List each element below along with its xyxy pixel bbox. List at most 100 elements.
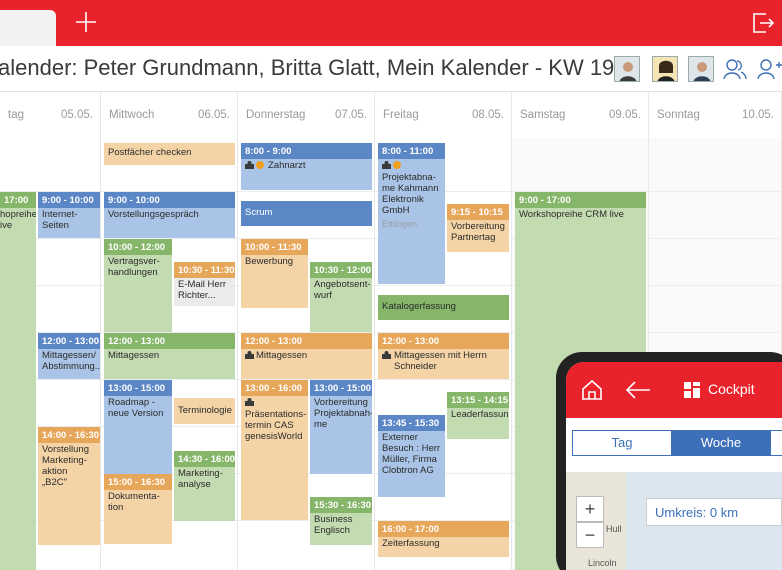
event-postfaecher[interactable]: Postfächer checken	[104, 143, 235, 165]
page-title: alender: Peter Grundmann, Britta Glatt, …	[0, 55, 615, 80]
day-date: 06.05.	[198, 109, 230, 121]
logout-icon[interactable]	[750, 11, 776, 35]
day-name: Donnerstag	[246, 109, 306, 121]
person-icon	[245, 161, 254, 169]
event-bewerbung[interactable]: 10:00 - 11:30 Bewerbung	[241, 239, 308, 308]
avatar-person-1[interactable]	[614, 56, 640, 82]
day-header-wednesday[interactable]: Mittwoch 06.05.	[101, 92, 238, 138]
event-title: Mittagessen mit Herrn Schneider	[394, 350, 487, 372]
event-time: 13:00 - 15:00	[104, 380, 172, 396]
person-icon	[245, 351, 254, 359]
event-angebotsentwurf[interactable]: 10:30 - 12:00 Angebotsent- wurf	[310, 262, 372, 332]
day-name: tag	[8, 109, 24, 121]
home-icon[interactable]	[580, 378, 604, 402]
open-tab[interactable]	[0, 10, 56, 46]
event-time: 10:00 - 12:00	[104, 239, 172, 255]
day-name: Mittwoch	[109, 109, 155, 121]
person-icon	[693, 62, 711, 81]
event-title: Business Englisch	[314, 514, 353, 536]
zoom-in-button[interactable]: +	[576, 496, 604, 522]
add-user-icon[interactable]	[756, 57, 782, 81]
event-time: 8:00 - 9:00	[241, 143, 372, 159]
day-name: Sonntag	[657, 109, 700, 121]
event-time: 10:30 - 11:30	[174, 262, 235, 278]
event-vorbereitung-partnertag[interactable]: 9:15 - 10:15 Vorbereitung Partnertag	[447, 204, 509, 252]
tab-tag[interactable]: Tag	[572, 430, 672, 456]
event-mittagessen-wednesday[interactable]: 12:00 - 13:00 Mittagessen	[104, 333, 235, 379]
event-title: Mittagessen/ Abstimmung...	[42, 350, 100, 372]
event-title: Zeiterfassung	[382, 538, 440, 549]
event-title: Roadmap - neue Version	[108, 397, 164, 419]
map-label-lincoln: Lincoln	[588, 558, 617, 568]
event-mittagessen-thursday[interactable]: 12:00 - 13:00 Mittagessen	[241, 333, 372, 379]
event-email-richter[interactable]: 10:30 - 11:30 E-Mail Herr Richter...	[174, 262, 235, 306]
tab-more[interactable]	[770, 430, 782, 456]
day-header-thursday[interactable]: Donnerstag 07.05.	[238, 92, 375, 138]
event-title: Präsentations- termin CAS genesisWorld	[245, 409, 307, 442]
event-time: 13:15 - 14:15	[447, 392, 509, 408]
day-header-sunday[interactable]: Sonntag 10.05.	[649, 92, 782, 138]
tab-woche[interactable]: Woche	[671, 430, 771, 456]
event-title: Leaderfassung	[451, 409, 509, 420]
event-title: Scrum	[245, 207, 273, 218]
event-time: 9:00 - 10:00	[104, 192, 235, 208]
event-title: Externer Besuch : Herr Müller, Firma Clo…	[382, 432, 441, 476]
map-label-hull: Hull	[606, 524, 622, 534]
event-title: Postfächer checken	[108, 147, 192, 158]
umkreis-select[interactable]: Umkreis: 0 km	[646, 498, 782, 526]
event-time: 12:00 - 13:00	[241, 333, 372, 349]
avatar-person-3[interactable]	[688, 56, 714, 82]
event-dokumentation[interactable]: 15:00 - 16:30 Dokumenta- tion	[104, 474, 172, 544]
event-workshop-tuesday[interactable]: 17:00 hopreihe ive	[0, 192, 36, 570]
event-title: Dokumenta- tion	[108, 491, 160, 513]
day-name: Freitag	[383, 109, 419, 121]
event-title: hopreihe ive	[0, 209, 36, 231]
event-title: E-Mail Herr Richter...	[174, 278, 235, 306]
event-projektabnahme[interactable]: 8:00 - 11:00 Projektabna- me Kahmann Ele…	[378, 143, 445, 284]
event-leaderfassung[interactable]: 13:15 - 14:15 Leaderfassung	[447, 392, 509, 439]
event-zeiterfassung[interactable]: 16:00 - 17:00 Zeiterfassung	[378, 521, 509, 557]
event-time: 9:00 - 10:00	[38, 192, 100, 208]
event-mittagessen-abstimmung[interactable]: 12:00 - 13:00 Mittagessen/ Abstimmung...	[38, 333, 100, 379]
event-scrum[interactable]: Scrum	[241, 201, 372, 226]
event-business-englisch[interactable]: 15:30 - 16:30 Business Englisch	[310, 497, 372, 545]
event-terminologie[interactable]: Terminologie	[174, 398, 235, 424]
users-icon[interactable]	[722, 57, 748, 81]
cockpit-label[interactable]: Cockpit	[708, 381, 755, 397]
avatar-person-2[interactable]	[652, 56, 678, 82]
event-katalogerfassung[interactable]: Katalogerfassung	[378, 295, 509, 320]
event-title: Zahnarzt	[268, 160, 306, 171]
event-time: 9:15 - 10:15	[447, 204, 509, 220]
day-date: 08.05.	[472, 109, 504, 121]
day-header-tuesday[interactable]: tag 05.05.	[0, 92, 101, 138]
event-externer-besuch[interactable]: 13:45 - 15:30 Externer Besuch : Herr Mül…	[378, 415, 445, 497]
event-time: 13:00 - 15:00	[310, 380, 372, 396]
event-roadmap[interactable]: 13:00 - 15:00 Roadmap - neue Version	[104, 380, 172, 474]
event-marketing-aktion[interactable]: 14:00 - 16:30 Vorstellung Marketing- akt…	[38, 427, 100, 545]
cockpit-icon[interactable]	[684, 382, 700, 398]
event-title: Mittagessen	[256, 350, 308, 361]
event-title: Workshopreihe CRM live	[519, 209, 624, 220]
day-header-saturday[interactable]: Samstag 09.05.	[512, 92, 649, 138]
event-vorbereitung-projektabnahme[interactable]: 13:00 - 15:00 Vorbereitung Projektabnah-…	[310, 380, 372, 474]
event-vertragsverhandlungen[interactable]: 10:00 - 12:00 Vertragsver- handlungen	[104, 239, 172, 332]
event-marketinganalyse[interactable]: 14:30 - 16:00 Marketing- analyse	[174, 451, 235, 521]
event-time: 10:30 - 12:00	[310, 262, 372, 278]
person-icon	[382, 161, 391, 169]
event-vorstellungsgespraech[interactable]: 9:00 - 10:00 Vorstellungsgespräch	[104, 192, 235, 238]
event-praesentationstermin[interactable]: 13:00 - 16:00 Präsentations- termin CAS …	[241, 380, 308, 520]
phone-header: Cockpit	[566, 362, 782, 418]
event-internet-seiten[interactable]: 9:00 - 10:00 Internet- Seiten	[38, 192, 100, 238]
event-time: 17:00	[0, 192, 36, 208]
person-icon	[382, 351, 391, 359]
event-mittagessen-schneider[interactable]: 12:00 - 13:00 Mittagessen mit Herrn Schn…	[378, 333, 509, 379]
day-header-friday[interactable]: Freitag 08.05.	[375, 92, 512, 138]
zoom-out-button[interactable]: −	[576, 522, 604, 548]
top-bar	[0, 0, 782, 46]
event-zahnarzt[interactable]: 8:00 - 9:00 Zahnarzt	[241, 143, 372, 190]
event-time: 9:00 - 17:00	[515, 192, 646, 208]
day-date: 07.05.	[335, 109, 367, 121]
event-time: 15:30 - 16:30	[310, 497, 372, 513]
back-arrow-icon[interactable]	[624, 379, 652, 401]
plus-icon[interactable]	[74, 10, 98, 34]
